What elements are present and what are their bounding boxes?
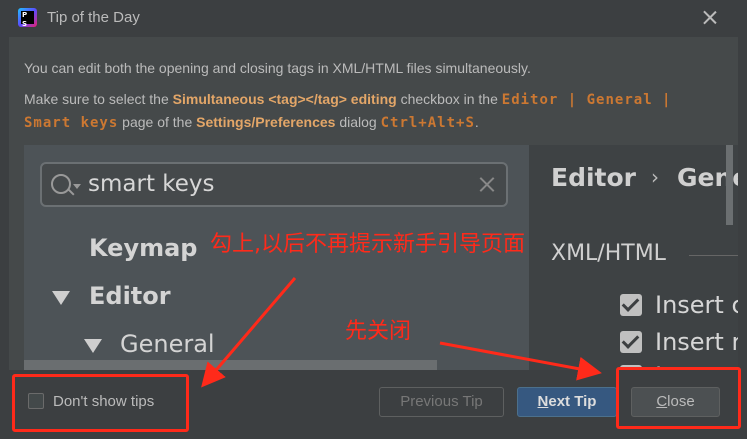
arrow-to-close xyxy=(439,341,602,381)
annotation-arrows xyxy=(201,277,602,388)
arrow-to-checkbox xyxy=(201,277,297,388)
